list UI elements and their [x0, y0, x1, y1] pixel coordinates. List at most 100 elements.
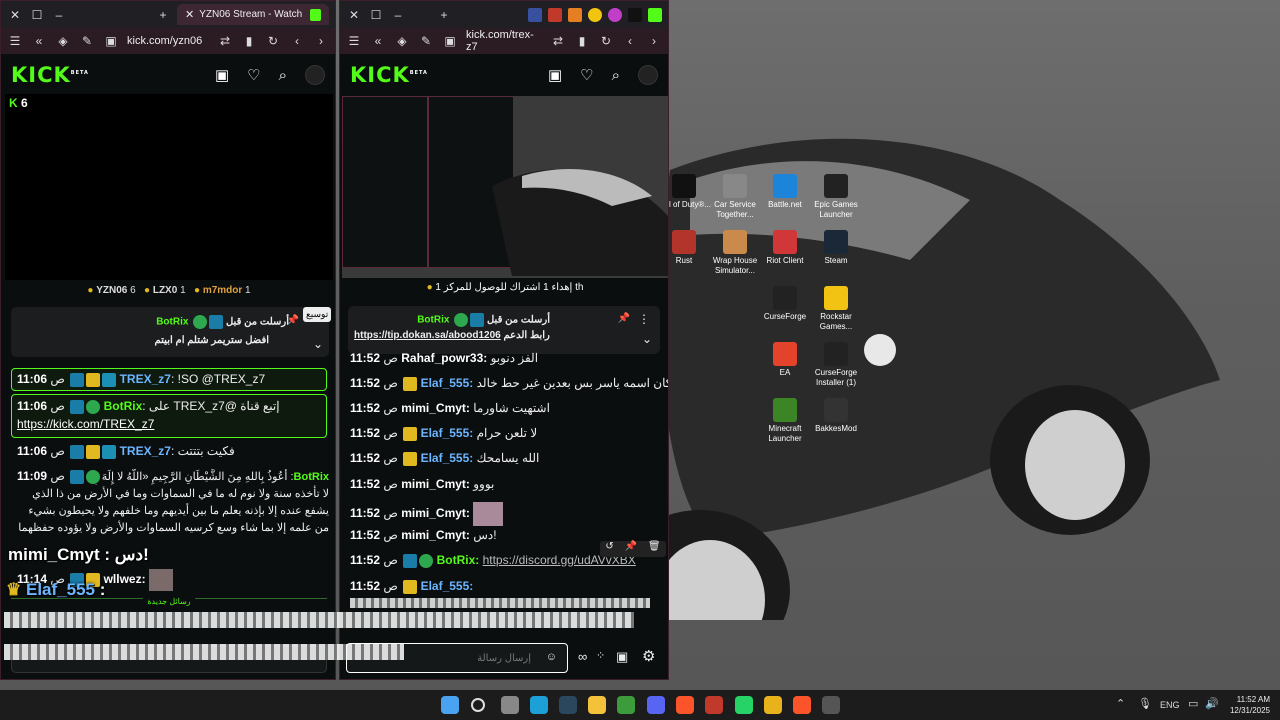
url-field[interactable]: kick.com/trex-z7: [466, 29, 542, 53]
language-indicator[interactable]: ENG: [1160, 700, 1180, 710]
windows-start-icon[interactable]: [441, 696, 459, 714]
reply-icon[interactable]: ↺: [605, 541, 613, 557]
points-icon[interactable]: ⁘: [596, 649, 605, 662]
chat-username[interactable]: Elaf_555:: [421, 426, 474, 440]
delete-icon[interactable]: 🗑: [648, 541, 661, 557]
chat-username[interactable]: TREX_z7: [120, 444, 171, 458]
following-icon[interactable]: ▣: [215, 66, 229, 84]
extension-icon[interactable]: ▣: [103, 33, 119, 49]
pinned-author[interactable]: BotRix: [417, 315, 449, 326]
close-icon[interactable]: ✕: [346, 7, 362, 23]
avatar[interactable]: [305, 65, 325, 85]
search-icon[interactable]: ⌕: [279, 67, 287, 84]
video-player[interactable]: [342, 96, 668, 278]
close-icon[interactable]: ✕: [7, 7, 23, 23]
pin-icon[interactable]: 📌: [625, 541, 637, 557]
chat-username[interactable]: mimi_Cmyt:: [401, 506, 470, 520]
search-icon[interactable]: [471, 698, 485, 712]
pin-icon[interactable]: 📌: [618, 313, 630, 324]
chat-username[interactable]: BotRix: [104, 399, 143, 413]
task-view-icon[interactable]: [501, 696, 519, 714]
new-tab-icon[interactable]: +: [155, 7, 171, 23]
restore-icon[interactable]: ☐: [368, 7, 384, 23]
extension-icon[interactable]: ▣: [442, 33, 458, 49]
heart-icon[interactable]: ♡: [580, 66, 593, 84]
sidebar-collapse-icon[interactable]: «: [370, 33, 386, 49]
minimize-icon[interactable]: –: [390, 7, 406, 23]
kick-favicon-icon[interactable]: [648, 7, 662, 22]
shield-icon[interactable]: ◈: [394, 33, 410, 49]
chat-username[interactable]: wllwez:: [104, 572, 146, 586]
chat-username[interactable]: Elaf_555:: [421, 579, 474, 593]
chevron-up-icon[interactable]: ⌃: [1116, 697, 1125, 710]
chat-link[interactable]: https://kick.com/TREX_z7: [17, 417, 154, 431]
desktop-icon[interactable]: Steam: [804, 230, 868, 266]
bookmark-icon[interactable]: ▮: [574, 33, 590, 49]
chat-username[interactable]: TREX_z7: [120, 372, 171, 386]
shield-icon[interactable]: ◈: [55, 33, 71, 49]
kick-logo[interactable]: KICKBETA: [11, 63, 89, 87]
network-icon[interactable]: ▭: [1188, 697, 1198, 710]
more-icon[interactable]: ⋮: [638, 312, 650, 326]
chat-username[interactable]: Elaf_555:: [421, 451, 474, 465]
translate-icon[interactable]: ⇄: [217, 33, 233, 49]
minimize-icon[interactable]: –: [51, 7, 67, 23]
tiktok-icon[interactable]: [628, 7, 642, 22]
chevron-down-icon[interactable]: ⌄: [642, 332, 652, 346]
file-explorer-icon[interactable]: [588, 696, 606, 714]
desktop-icon[interactable]: BakkesMod: [804, 398, 868, 434]
chat-username[interactable]: mimi_Cmyt:: [401, 477, 470, 491]
back-icon[interactable]: ‹: [289, 33, 305, 49]
steam-icon[interactable]: [559, 696, 577, 714]
clock[interactable]: 11:52 AM 12/31/2025: [1224, 694, 1270, 716]
pinned-link[interactable]: https://tip.dokan.sa/abood1206: [354, 330, 501, 341]
menu-icon[interactable]: ☰: [7, 33, 23, 49]
chat-username[interactable]: Rahaf_powr33:: [401, 351, 487, 365]
emoji-icon[interactable]: ☺: [546, 651, 557, 663]
tab-yzn06[interactable]: ✕ YZN06 Stream - Watch Live on K: [177, 4, 329, 25]
infinity-icon[interactable]: ∞: [578, 649, 587, 664]
tab-favicon-icon[interactable]: [548, 7, 562, 22]
pinned-author[interactable]: BotRix: [156, 317, 188, 328]
channel-name[interactable]: m7mdor: [203, 285, 242, 296]
reload-icon[interactable]: ↻: [265, 33, 281, 49]
bookmark-icon[interactable]: ▮: [241, 33, 257, 49]
chevron-down-icon[interactable]: ⌄: [313, 337, 323, 351]
extensions-icon[interactable]: ✎: [418, 33, 434, 49]
restore-icon[interactable]: ☐: [29, 7, 45, 23]
chrome-icon[interactable]: [764, 696, 782, 714]
brave-icon[interactable]: [676, 696, 694, 714]
sidebar-collapse-icon[interactable]: «: [31, 33, 47, 49]
chat-username[interactable]: BotRix: [294, 471, 329, 483]
app-icon[interactable]: [705, 696, 723, 714]
kick-logo[interactable]: KICKBETA: [350, 63, 428, 87]
back-icon[interactable]: ‹: [622, 33, 638, 49]
search-icon[interactable]: ⌕: [612, 67, 620, 84]
microphone-icon[interactable]: 🎙: [1138, 697, 1152, 710]
following-icon[interactable]: ▣: [548, 66, 562, 84]
new-tab-icon[interactable]: +: [436, 7, 452, 23]
tab-favicon-icon[interactable]: [588, 7, 602, 22]
obs-icon[interactable]: [822, 696, 840, 714]
whatsapp-icon[interactable]: [735, 696, 753, 714]
chat-username[interactable]: mimi_Cmyt:: [401, 528, 470, 542]
url-field[interactable]: kick.com/yzn06: [127, 35, 209, 47]
settings-icon[interactable]: ⚙: [642, 647, 655, 665]
xbox-icon[interactable]: [617, 696, 635, 714]
reload-icon[interactable]: ↻: [598, 33, 614, 49]
forward-icon[interactable]: ›: [646, 33, 662, 49]
volume-icon[interactable]: 🔊: [1205, 697, 1219, 710]
translate-icon[interactable]: ⇄: [550, 33, 566, 49]
tab-favicon-icon[interactable]: [608, 7, 622, 22]
tab-favicon-icon[interactable]: [568, 7, 582, 22]
extensions-icon[interactable]: ✎: [79, 33, 95, 49]
tab-favicon-icon[interactable]: [528, 7, 542, 22]
desktop-icon[interactable]: Epic Games Launcher: [804, 174, 868, 220]
menu-icon[interactable]: ☰: [346, 33, 362, 49]
video-player[interactable]: K 6: [5, 94, 333, 280]
heart-icon[interactable]: ♡: [247, 66, 260, 84]
avatar[interactable]: [638, 65, 658, 85]
chat-username[interactable]: mimi_Cmyt:: [401, 401, 470, 415]
channel-name[interactable]: YZN06: [96, 285, 127, 296]
desktop-icon[interactable]: Rockstar Games...: [804, 286, 868, 332]
